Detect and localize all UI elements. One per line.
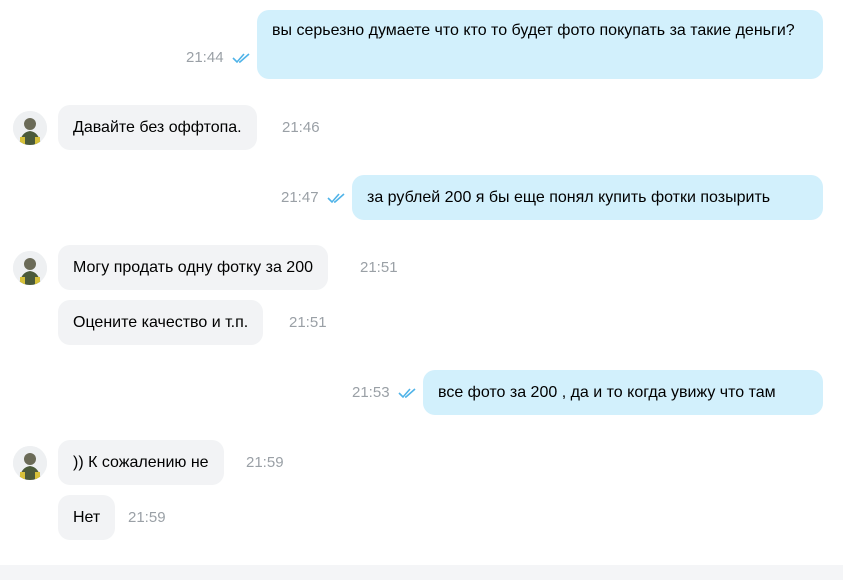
double-check-icon bbox=[232, 53, 250, 64]
chat-history: 21:44 вы серьезно думаете что кто то буд… bbox=[0, 0, 843, 565]
double-check-icon bbox=[398, 388, 416, 399]
message-text: все фото за 200 , да и то когда увижу чт… bbox=[438, 384, 776, 401]
message-text: Оцените качество и т.п. bbox=[73, 314, 249, 331]
message-text: вы серьезно думаете что кто то будет фот… bbox=[272, 22, 795, 39]
avatar-image bbox=[13, 446, 47, 480]
message-time: 21:51 bbox=[289, 314, 327, 331]
message-text: за рублей 200 я бы еще понял купить фотк… bbox=[367, 189, 771, 206]
message-text: Давайте без оффтопа. bbox=[73, 119, 242, 136]
outgoing-message-bubble[interactable]: вы серьезно думаете что кто то будет фот… bbox=[257, 10, 823, 79]
avatar-image bbox=[13, 251, 47, 285]
message-time: 21:44 bbox=[186, 49, 224, 66]
message-text: )) К сожалению не bbox=[73, 454, 209, 471]
incoming-message-bubble[interactable]: Оцените качество и т.п. bbox=[58, 300, 264, 345]
user-avatar[interactable] bbox=[13, 446, 47, 480]
incoming-message-bubble[interactable]: Могу продать одну фотку за 200 bbox=[58, 245, 328, 290]
incoming-message-bubble[interactable]: Давайте без оффтопа. bbox=[58, 105, 257, 150]
outgoing-message-bubble[interactable]: за рублей 200 я бы еще понял купить фотк… bbox=[352, 175, 823, 220]
avatar-image bbox=[13, 111, 47, 145]
message-time: 21:46 bbox=[282, 119, 320, 136]
double-check-icon bbox=[327, 193, 345, 204]
incoming-message-bubble[interactable]: Нет bbox=[58, 495, 116, 540]
message-time: 21:59 bbox=[246, 454, 284, 471]
message-text: Могу продать одну фотку за 200 bbox=[73, 259, 313, 276]
outgoing-message-bubble[interactable]: все фото за 200 , да и то когда увижу чт… bbox=[423, 370, 823, 415]
message-time: 21:51 bbox=[360, 259, 398, 276]
incoming-message-bubble[interactable]: )) К сожалению не bbox=[58, 440, 224, 485]
message-time: 21:53 bbox=[352, 384, 390, 401]
message-text: Нет bbox=[73, 509, 101, 526]
message-time: 21:47 bbox=[281, 189, 319, 206]
user-avatar[interactable] bbox=[13, 251, 47, 285]
user-avatar[interactable] bbox=[13, 111, 47, 145]
composer-area-edge bbox=[0, 565, 843, 580]
message-time: 21:59 bbox=[128, 509, 166, 526]
